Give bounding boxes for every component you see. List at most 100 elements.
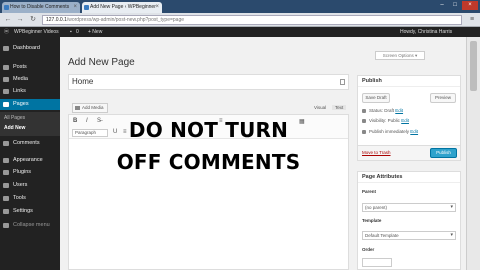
tab-visual[interactable]: Visual [314, 105, 326, 110]
page-attributes-heading: Page Attributes [358, 172, 460, 183]
page-attributes-box: Page Attributes Parent (no parent) ▾ Tem… [357, 171, 461, 270]
maximize-icon[interactable]: □ [449, 1, 461, 10]
status-label: Status: Draft [369, 108, 395, 113]
pages-submenu: All Pages Add New [0, 112, 60, 136]
visibility-row: Visibility: Public Edit [362, 118, 409, 123]
preview-button[interactable]: Preview [430, 93, 456, 103]
post-title-value: Home [72, 77, 94, 86]
pin-icon [362, 108, 366, 113]
calendar-icon [362, 129, 366, 134]
schedule-edit-link[interactable]: Edit [410, 129, 418, 134]
overlay-caption-line2: OFF COMMENTS [116, 150, 301, 174]
status-edit-link[interactable]: Edit [395, 108, 403, 113]
browser-tab-label: How to Disable Comments [10, 4, 70, 10]
post-title-input[interactable]: Home [68, 74, 349, 90]
sidebar-item-links[interactable]: Links [0, 86, 60, 97]
url-host: 127.0.0.1 [46, 17, 67, 23]
close-window-icon[interactable]: × [462, 1, 478, 10]
publish-box: Publish Save Draft Preview Status: Draft… [357, 75, 461, 161]
browser-tab-label: Add New Page ‹ WPBeginner [90, 4, 156, 10]
submenu-all-pages[interactable]: All Pages [4, 115, 25, 121]
new-content-link[interactable]: + New [88, 27, 102, 37]
favicon-icon [4, 5, 9, 10]
schedule-label: Publish immediately [369, 129, 410, 134]
publish-heading: Publish [358, 76, 460, 87]
screen: How to Disable Comments × Add New Page ‹… [0, 0, 480, 270]
sidebar-item-appearance[interactable]: Appearance [0, 155, 60, 166]
publish-button[interactable]: Publish [430, 148, 457, 158]
browser-menu-icon[interactable]: ≡ [467, 15, 477, 25]
sidebar-item-comments[interactable]: Comments [0, 138, 60, 149]
plugins-icon [3, 170, 9, 175]
page-scrollbar[interactable] [466, 37, 480, 270]
appearance-icon [3, 158, 9, 163]
add-media-button[interactable]: Add Media [72, 103, 108, 113]
sidebar-item-dashboard[interactable]: Dashboard [0, 43, 60, 54]
users-icon [3, 183, 9, 188]
chevron-down-icon: ▾ [450, 232, 453, 238]
reload-icon[interactable]: ↻ [28, 15, 38, 25]
media-bar: Add Media Visual Text [68, 102, 349, 114]
forward-icon[interactable]: → [15, 15, 25, 25]
url-path: /wordpress/wp-admin/post-new.php?post_ty… [66, 17, 185, 23]
template-select[interactable]: Default Template ▾ [362, 231, 456, 240]
sidebar-item-label: Comments [13, 140, 40, 146]
browser-tab-bar: How to Disable Comments × Add New Page ‹… [0, 0, 480, 13]
minimize-icon[interactable]: – [436, 1, 448, 10]
wp-admin-bar: ⓦ WPBeginner Videos ▪ 0 + New Howdy, Chr… [0, 27, 480, 37]
parent-select[interactable]: (no parent) ▾ [362, 203, 456, 212]
admin-sidebar: Dashboard Posts Media Links Pages All Pa… [0, 37, 60, 270]
eye-icon [362, 118, 366, 123]
user-greeting-link[interactable]: Howdy, Christina Harris [400, 27, 452, 37]
comments-count[interactable]: 0 [76, 27, 79, 37]
submenu-add-new[interactable]: Add New [4, 125, 25, 131]
favicon-icon [84, 5, 89, 10]
browser-toolbar: ← → ↻ 127.0.0.1/wordpress/wp-admin/post-… [0, 13, 480, 27]
sidebar-item-posts[interactable]: Posts [0, 62, 60, 73]
visibility-label: Visibility: Public [369, 118, 400, 123]
wordpress-logo-icon[interactable]: ⓦ [4, 27, 9, 37]
sidebar-item-label: Pages [13, 101, 29, 107]
status-row: Status: Draft Edit [362, 108, 403, 113]
sidebar-item-media[interactable]: Media [0, 74, 60, 85]
sidebar-item-label: Links [13, 88, 26, 94]
comments-bubble-icon[interactable]: ▪ [70, 27, 72, 37]
collapse-menu-button[interactable]: Collapse menu [0, 220, 60, 231]
template-select-value: Default Template [365, 233, 399, 238]
order-input[interactable] [362, 258, 392, 267]
sidebar-item-pages[interactable]: Pages [0, 99, 60, 110]
browser-tab-1[interactable]: How to Disable Comments × [2, 2, 80, 13]
address-bar[interactable]: 127.0.0.1/wordpress/wp-admin/post-new.ph… [42, 15, 462, 25]
sidebar-item-label: Users [13, 182, 28, 188]
comments-icon [3, 141, 9, 146]
add-media-label: Add Media [82, 105, 104, 110]
parent-label: Parent [362, 189, 377, 194]
save-draft-button[interactable]: Save Draft [362, 93, 390, 103]
chevron-down-icon: ▾ [450, 204, 453, 210]
visibility-edit-link[interactable]: Edit [401, 118, 409, 123]
sidebar-item-settings[interactable]: Settings [0, 206, 60, 217]
sidebar-item-users[interactable]: Users [0, 180, 60, 191]
tools-icon [3, 196, 9, 201]
sidebar-item-label: Posts [13, 64, 27, 70]
screen-options-button[interactable]: Screen Options ▾ [375, 51, 425, 60]
site-name-link[interactable]: WPBeginner Videos [14, 27, 59, 37]
browser-tab-2[interactable]: Add New Page ‹ WPBeginner × [82, 2, 162, 13]
settings-icon [3, 209, 9, 214]
template-label: Template [362, 218, 382, 223]
links-icon [3, 89, 9, 94]
order-label: Order [362, 247, 375, 252]
sidebar-item-plugins[interactable]: Plugins [0, 167, 60, 178]
back-icon[interactable]: ← [3, 15, 13, 25]
tab-text[interactable]: Text [332, 105, 347, 110]
sidebar-item-label: Appearance [13, 157, 43, 163]
parent-select-value: (no parent) [365, 205, 388, 210]
sidebar-item-tools[interactable]: Tools [0, 193, 60, 204]
scrollbar-thumb[interactable] [470, 41, 477, 91]
close-tab-icon[interactable]: × [155, 2, 159, 13]
page-title: Add New Page [68, 57, 135, 68]
sidebar-item-label: Settings [13, 208, 33, 214]
close-tab-icon[interactable]: × [73, 2, 77, 13]
move-to-trash-link[interactable]: Move to Trash [362, 150, 391, 155]
posts-icon [3, 65, 9, 70]
